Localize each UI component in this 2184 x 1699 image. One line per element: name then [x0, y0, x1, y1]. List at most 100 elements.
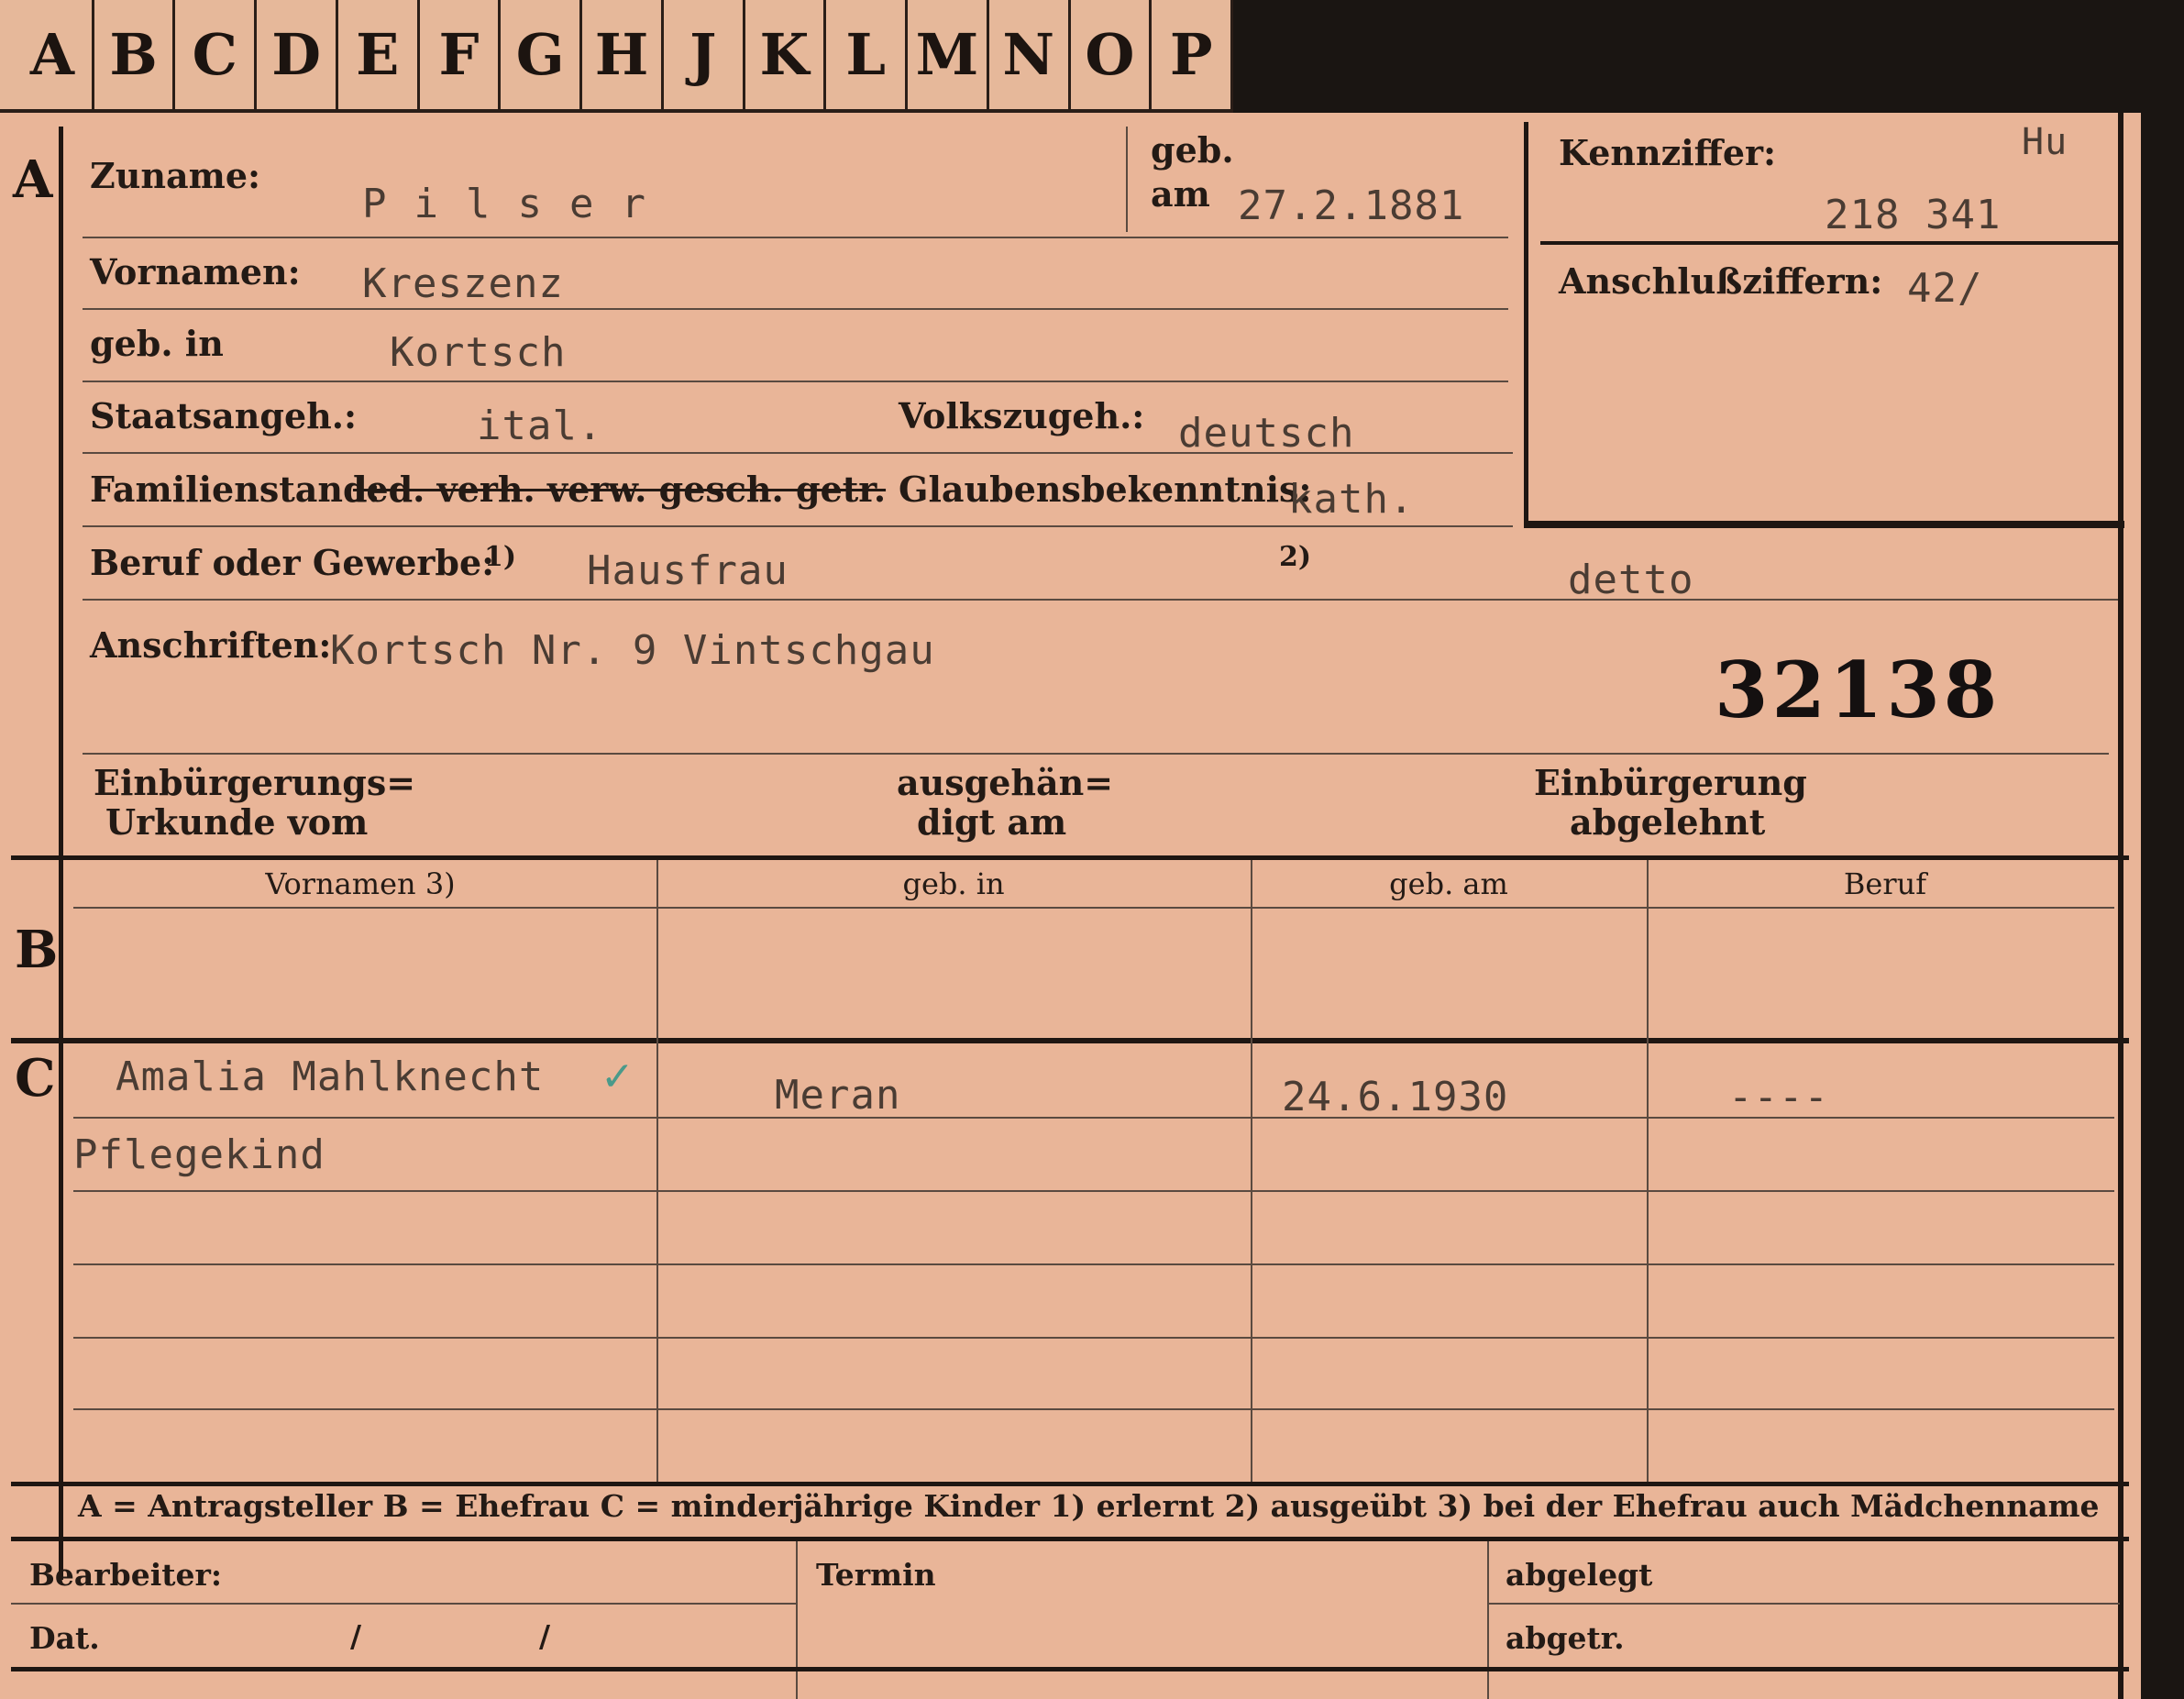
id-box-left: [1524, 122, 1528, 525]
given-names-value: Kreszenz: [362, 260, 564, 307]
code-value: 218 341: [1825, 192, 2002, 238]
born-on-label: am: [1151, 173, 1210, 215]
letter-tab: K: [745, 0, 827, 109]
rejected-label-2: abgelehnt: [1570, 801, 1766, 843]
handed-label-2: digt am: [917, 801, 1067, 843]
date-separator: /: [350, 1618, 362, 1654]
rule-bottom: [11, 1667, 2129, 1671]
child-note: Pflegekind: [73, 1131, 325, 1178]
marital-label: Familienstand:: [90, 469, 381, 510]
rule: [1487, 1603, 2120, 1605]
section-bc-bar: [59, 855, 63, 1580]
rule: [73, 907, 2114, 909]
naturalization-label-2: Urkunde vom: [105, 801, 369, 843]
rule: [73, 1337, 2114, 1339]
rule: [83, 753, 2109, 755]
ethnicity-label: Volkszugeh.:: [899, 395, 1145, 436]
religion-label: Glaubensbekenntnis:: [899, 469, 1312, 510]
letter-tab: E: [338, 0, 420, 109]
rule-legend-footer: [11, 1537, 2129, 1541]
header-occupation: Beruf: [1843, 866, 1927, 901]
naturalization-label-1: Einbürgerungs=: [94, 762, 416, 803]
letter-tab: M: [908, 0, 989, 109]
marital-options: led. verh. verw. gesch. getr.: [353, 469, 887, 510]
file-number-stamp: 32138: [1715, 645, 2002, 735]
rule: [83, 381, 1508, 382]
sent-label: abgetr.: [1506, 1620, 1625, 1656]
filed-label: abgelegt: [1506, 1557, 1653, 1593]
rule: [83, 237, 1508, 238]
footnote-1: 1): [484, 541, 517, 573]
birthplace-value: Kortsch: [390, 329, 567, 376]
child-name: Amalia Mahlknecht: [116, 1054, 545, 1100]
header-birthplace: geb. in: [902, 866, 1005, 901]
letter-tab: A: [13, 0, 94, 109]
id-box-bottom: [1524, 521, 2124, 528]
child-occupation: ----: [1728, 1074, 1829, 1120]
col-divider: [656, 860, 658, 1482]
letter-tab: D: [257, 0, 338, 109]
code-label: Kennziffer:: [1559, 132, 1777, 173]
letter-tab: J: [664, 0, 745, 109]
rule: [73, 1117, 2114, 1119]
date-separator: /: [539, 1618, 551, 1654]
footer-divider: [796, 1541, 798, 1699]
letter-tab: P: [1152, 0, 1234, 109]
letter-tab: G: [501, 0, 583, 109]
col-divider: [1251, 860, 1252, 1482]
registration-card: Kennziffer: Hu 218 341 Anschlußziffern: …: [0, 113, 2141, 1699]
letter-tab: N: [989, 0, 1071, 109]
birthplace-label: geb. in: [90, 323, 224, 364]
id-box-divider: [1540, 241, 2118, 245]
rule-a-b: [11, 855, 2129, 860]
occupation2-value: detto: [1568, 557, 1694, 603]
col-divider: [1647, 860, 1649, 1482]
religion-value: kath.: [1288, 476, 1415, 523]
given-names-label: Vornamen:: [90, 251, 301, 292]
clerk-label: Bearbeiter:: [29, 1557, 223, 1593]
footer-divider: [1487, 1541, 1489, 1699]
header-given-names: Vornamen 3): [265, 866, 456, 901]
ethnicity-value: deutsch: [1178, 410, 1355, 457]
rule: [83, 525, 1513, 527]
rule: [83, 308, 1508, 310]
child-birthdate: 24.6.1930: [1282, 1074, 1509, 1120]
citizenship-value: ital.: [477, 403, 603, 449]
date-label: Dat.: [29, 1620, 100, 1656]
right-border: [2118, 113, 2123, 1699]
citizenship-label: Staatsangeh.:: [90, 395, 358, 436]
child-birthplace: Meran: [775, 1072, 901, 1119]
code-prefix: Hu: [2022, 121, 2068, 163]
connection-value: 42/: [1907, 265, 1983, 312]
checkmark-icon: ✓: [601, 1054, 634, 1100]
section-a-label: A: [13, 149, 53, 210]
letter-tab-strip: ABCDEFGHJKLMNOP: [0, 0, 1234, 113]
rejected-label-1: Einbürgerung: [1534, 762, 1807, 803]
rule: [73, 1408, 2114, 1410]
legend: A = Antragsteller B = Ehefrau C = minder…: [78, 1488, 2100, 1524]
letter-tab: B: [94, 0, 176, 109]
connection-label: Anschlußziffern:: [1559, 260, 1883, 302]
header-birthdate: geb. am: [1389, 866, 1508, 901]
letter-tab: F: [420, 0, 502, 109]
letter-tab: O: [1071, 0, 1153, 109]
letter-tab: L: [826, 0, 909, 109]
letter-tab: H: [582, 0, 664, 109]
footnote-2: 2): [1279, 541, 1312, 573]
rule: [83, 599, 2118, 601]
born-label: geb.: [1151, 129, 1234, 171]
rule: [83, 452, 1513, 454]
rule-c-legend: [11, 1482, 2129, 1486]
surname-label: Zuname:: [90, 155, 261, 196]
born-divider: [1126, 127, 1128, 232]
occupation-value: Hausfrau: [587, 547, 789, 594]
surname-value: Pilser: [362, 181, 673, 227]
rule: [11, 1603, 796, 1605]
address-value: Kortsch Nr. 9 Vintschgau: [330, 627, 935, 674]
rule: [73, 1190, 2114, 1192]
rule: [73, 1263, 2114, 1265]
handed-label-1: ausgehän=: [897, 762, 1114, 803]
section-b-label: B: [15, 920, 59, 980]
occupation-label: Beruf oder Gewerbe:: [90, 542, 495, 583]
letter-tab: C: [175, 0, 258, 109]
